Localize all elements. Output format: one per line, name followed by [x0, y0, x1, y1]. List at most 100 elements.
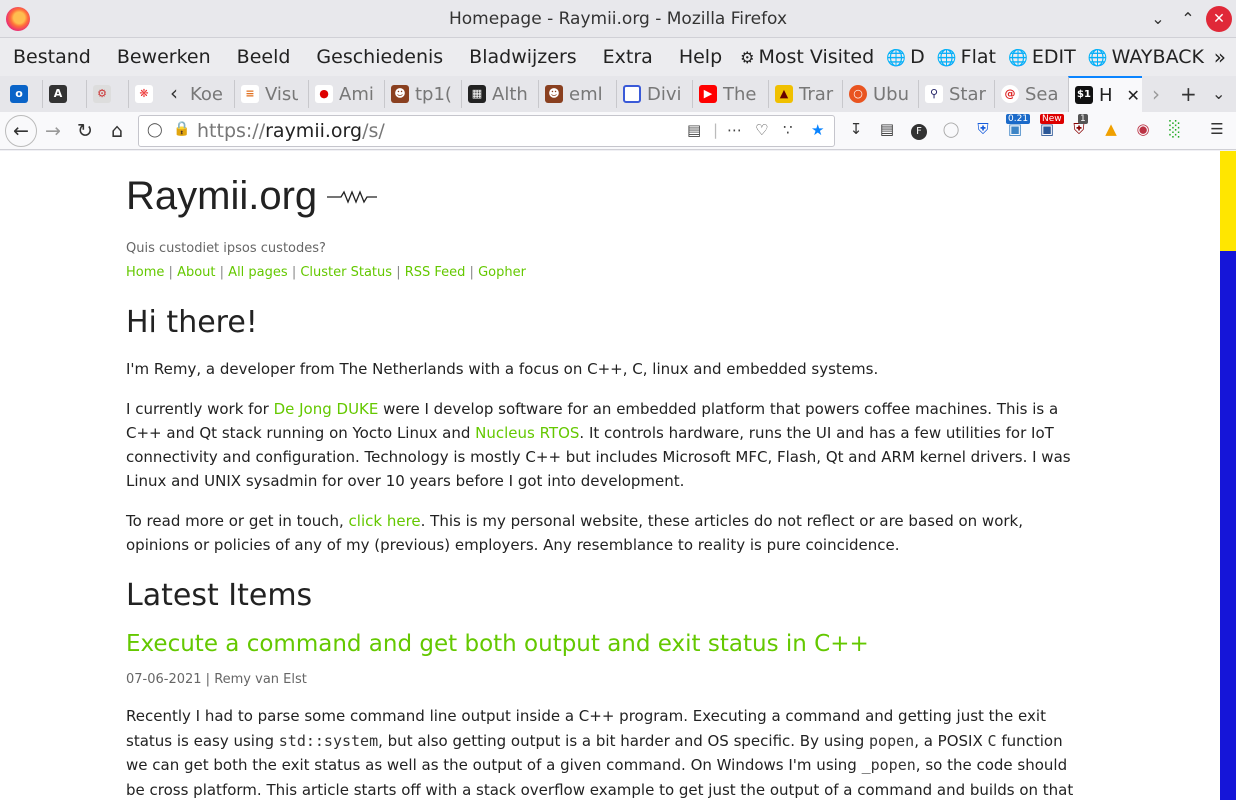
tab-bar: o A ⚙ ❋ ‹ Koe ≡ Visu ● Ami ☻ tp1( ▦ Alth ☻ em…: [0, 76, 1236, 112]
globe-icon: 🌐: [936, 47, 957, 67]
tabs-scroll-right-button[interactable]: ›: [1152, 82, 1160, 106]
tab-5[interactable]: ▦ Alth: [461, 80, 531, 108]
bitwarden-icon[interactable]: ⛨: [972, 120, 994, 138]
home-button[interactable]: ⌂: [104, 118, 130, 144]
link-de-jong-duke[interactable]: De Jong DUKE: [274, 400, 379, 418]
tab-pinned-tool[interactable]: ⚙: [86, 80, 122, 108]
tab-2[interactable]: ≡ Visu: [234, 80, 298, 108]
article-title-link[interactable]: Execute a command and get both output an…: [126, 631, 1086, 657]
url-host: raymii.org: [265, 120, 363, 142]
extension-new-icon[interactable]: ▣ New: [1036, 114, 1064, 138]
text: , a POSIX: [914, 731, 988, 750]
menu-help[interactable]: Help: [679, 46, 722, 68]
intro-paragraph-3: To read more or get in touch, click here…: [126, 509, 1086, 557]
back-button[interactable]: ←: [5, 115, 37, 147]
tab-label: Divi: [647, 83, 682, 105]
maximize-button[interactable]: ⌃: [1175, 6, 1201, 32]
tab-10[interactable]: ○ Ubu: [842, 80, 912, 108]
reader-view-icon[interactable]: ▤: [687, 121, 701, 139]
link-click-here[interactable]: click here: [349, 512, 421, 530]
tab-pinned-outlook[interactable]: o: [4, 80, 34, 108]
nav-cluster-status[interactable]: Cluster Status: [300, 265, 392, 280]
nav-bar: ← → ↻ ⌂ ◯ 🔒 https://raymii.org/s/ ▤ | ⋯ …: [0, 112, 1236, 150]
tab-3[interactable]: ● Ami: [308, 80, 374, 108]
gear-icon: ⚙: [740, 47, 755, 67]
tab-8[interactable]: ▶ The: [692, 80, 764, 108]
tab-12[interactable]: @ Sea: [994, 80, 1064, 108]
nav-home[interactable]: Home: [126, 265, 164, 280]
globe-icon: 🌐: [1007, 47, 1028, 67]
url-path: /s/: [362, 120, 385, 142]
extension-puzzle-icon[interactable]: ▲: [1100, 120, 1122, 138]
tab-6[interactable]: ☻ eml: [538, 80, 608, 108]
tabs-scroll-left-button[interactable]: ‹: [170, 81, 178, 105]
link-nucleus-rtos[interactable]: Nucleus RTOS: [475, 424, 579, 442]
tab-active[interactable]: $1 H ✕: [1068, 76, 1142, 112]
code-underscore-popen: _popen: [861, 756, 916, 774]
resistor-logo-icon: [327, 189, 378, 204]
new-tab-button[interactable]: +: [1180, 82, 1197, 106]
nav-rss-feed[interactable]: RSS Feed: [405, 265, 466, 280]
downloads-icon[interactable]: ↧: [845, 120, 867, 138]
scrollbar-thumb[interactable]: [1220, 151, 1236, 251]
tracking-shield-icon[interactable]: ◯: [147, 122, 163, 138]
counter-badge: 0.21: [1006, 114, 1031, 124]
tab-pinned-app[interactable]: A: [42, 80, 78, 108]
nav-about[interactable]: About: [177, 265, 215, 280]
pocket-icon[interactable]: ♡: [755, 121, 768, 139]
url-text[interactable]: https://raymii.org/s/: [197, 120, 385, 142]
library-icon[interactable]: ▤: [876, 120, 898, 138]
close-window-button[interactable]: ✕: [1206, 6, 1232, 32]
tab-1[interactable]: Koe: [184, 80, 226, 108]
bookmark-wayback[interactable]: 🌐 WAYBACK: [1088, 46, 1204, 68]
reload-button[interactable]: ↻: [72, 118, 98, 144]
tab-9[interactable]: ▲ Trar: [768, 80, 838, 108]
bookmark-d[interactable]: 🌐 D: [886, 46, 925, 68]
tab-label: eml: [569, 83, 603, 105]
bookmark-most-visited[interactable]: ⚙ Most Visited: [740, 46, 874, 68]
tool-icon: ⚙: [93, 85, 111, 103]
extension-a-icon[interactable]: ◯: [940, 120, 962, 138]
menu-extra[interactable]: Extra: [603, 46, 653, 68]
spiral-icon: @: [1001, 85, 1019, 103]
page-scrollbar[interactable]: [1220, 151, 1236, 800]
tab-pinned-photos[interactable]: ❋: [128, 80, 164, 108]
outlook-icon: o: [10, 85, 28, 103]
tab-11[interactable]: ⚲ Star: [918, 80, 988, 108]
extension-counter-icon[interactable]: ▣ 0.21: [1004, 114, 1031, 138]
extension-glasses-icon[interactable]: ◉: [1132, 120, 1154, 138]
site-title[interactable]: Raymii.org: [126, 174, 1086, 219]
ublock-icon[interactable]: ⛨ 1: [1068, 114, 1090, 138]
code-popen: popen: [869, 731, 915, 750]
menu-beeld[interactable]: Beeld: [237, 46, 291, 68]
lock-icon[interactable]: 🔒: [173, 121, 190, 137]
bookmark-edit[interactable]: 🌐 EDIT: [1008, 46, 1076, 68]
bookmark-label: EDIT: [1031, 46, 1076, 68]
tab-label: Koe: [190, 83, 223, 105]
extension-f-icon[interactable]: F: [908, 120, 930, 140]
bookmarks-overflow-button[interactable]: »: [1214, 45, 1226, 69]
app-menu-button[interactable]: ☰: [1206, 120, 1228, 138]
tab-7[interactable]: Divi: [616, 80, 686, 108]
menu-bewerken[interactable]: Bewerken: [117, 46, 211, 68]
nav-all-pages[interactable]: All pages: [228, 265, 288, 280]
menu-bestand[interactable]: Bestand: [13, 46, 91, 68]
close-tab-icon[interactable]: ✕: [1127, 86, 1140, 105]
menu-bladwijzers[interactable]: Bladwijzers: [469, 46, 577, 68]
bookmark-star-icon[interactable]: ★: [811, 121, 824, 139]
list-all-tabs-button[interactable]: ⌄: [1212, 84, 1225, 103]
ublock-badge: 1: [1078, 114, 1088, 124]
bookmark-flat[interactable]: 🌐 Flat: [937, 46, 996, 68]
page-actions-icon[interactable]: ⋯: [727, 121, 742, 139]
rss-icon[interactable]: ∵: [783, 121, 793, 139]
divider: |: [713, 121, 719, 139]
tab-4[interactable]: ☻ tp1(: [384, 80, 452, 108]
site-title-text[interactable]: Raymii.org: [126, 174, 317, 219]
extension-chart-icon[interactable]: ░: [1164, 120, 1186, 138]
menu-geschiedenis[interactable]: Geschiedenis: [316, 46, 443, 68]
forward-button[interactable]: →: [40, 118, 66, 144]
url-bar[interactable]: ◯ 🔒 https://raymii.org/s/ ▤ | ⋯ ♡ ∵ ★: [138, 115, 835, 147]
bookmark-label: WAYBACK: [1111, 46, 1204, 68]
nav-gopher[interactable]: Gopher: [478, 265, 526, 280]
minimize-button[interactable]: ⌄: [1145, 6, 1171, 32]
